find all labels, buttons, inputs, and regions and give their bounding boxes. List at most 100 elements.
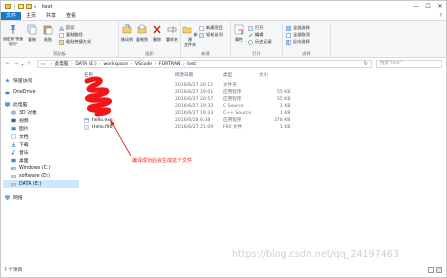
column-header-date[interactable]: 修改日期 [175,72,193,79]
column-header-name[interactable]: 名称 [84,72,93,79]
back-arrow-icon[interactable]: ← [4,60,12,68]
file-row[interactable]: Hello.f90 2016/6/27 21:09 F90 文件 1 KB [84,124,294,131]
pc-icon: ▭ [41,61,46,67]
copy-path-button[interactable]: 复制路径 [59,32,83,38]
new-item-label: 新建项目 [206,25,223,30]
sidebar-item-documents[interactable]: 文档 [11,132,29,140]
close-button[interactable]: ✕ [434,1,446,12]
large-icons-view-icon[interactable] [436,267,442,273]
chevron-down-icon[interactable]: ▾ [34,4,36,9]
sidebar-item-desktop[interactable]: 桌面 [11,156,29,164]
paste-shortcut-button[interactable]: 粘贴快捷方式 [59,39,91,45]
sidebar-item-label: 下载 [19,142,29,148]
breadcrumb-this-pc[interactable]: 此电脑 [55,61,69,67]
sidebar-item-pictures[interactable]: 图片 [11,124,29,132]
edit-button[interactable]: 编辑 [248,32,263,38]
file-row[interactable]: 2016/6/27 20:11 文件夹 [84,82,294,89]
breadcrumb-fortran[interactable]: FORTRAN [159,62,181,67]
new-folder-quick-icon[interactable] [26,4,32,9]
folder-icon [5,4,11,9]
easy-access-button[interactable]: 轻松访问 [199,32,223,38]
sidebar-item-this-pc[interactable]: 此电脑 [5,100,27,108]
history-label: 历史记录 [255,39,272,44]
file-type: F90 文件 [223,125,243,130]
copy-label: 复制 [28,37,36,42]
forward-arrow-icon[interactable]: → [12,60,20,68]
sidebar-item-d-drive[interactable]: software (D:) [11,172,50,180]
breadcrumb-vscode[interactable]: VScode [135,62,152,67]
help-icon[interactable]: ? [439,12,442,20]
sidebar-item-label: Windows (C:) [19,165,51,171]
sidebar-item-network[interactable]: 网络 [5,193,23,201]
picture-icon [11,126,16,130]
drive-icon [11,174,16,178]
sidebar-item-music[interactable]: 音乐 [11,148,29,156]
tab-home[interactable]: 主页 [21,12,41,20]
file-date: 2016/6/27 19:01 [175,90,214,95]
properties-quick-icon[interactable] [18,4,24,9]
scissors-icon [59,25,64,31]
computer-icon [5,101,10,107]
breadcrumb-chevron-icon: › [182,61,185,67]
sidebar-item-label: software (D:) [19,173,51,179]
paste-label: 粘贴 [44,37,52,42]
select-all-icon [286,25,291,31]
history-button[interactable]: 历史记录 [248,39,272,45]
rename-button[interactable]: 重命名 [165,24,179,42]
tab-view[interactable]: 查看 [61,12,81,20]
delete-icon [153,25,161,34]
file-date: 2016/6/27 19:33 [175,111,214,116]
up-arrow-icon[interactable]: ↑ [25,60,33,68]
breadcrumb-data-drive[interactable]: DATA (E:) [75,62,96,67]
move-to-button[interactable]: 移动到 [120,24,134,42]
tab-share[interactable]: 共享 [41,12,61,20]
file-row[interactable]: 2016/6/27 19:01 应用程序 55 KB [84,89,294,96]
paste-button[interactable]: 粘贴 [41,24,55,42]
select-all-button[interactable]: 全部选择 [286,25,310,31]
invert-selection-button[interactable]: 反向选择 [286,39,310,45]
copy-to-button[interactable]: 复制到 [135,24,149,42]
column-header-type[interactable]: 类型 [223,72,232,79]
sidebar-item-videos[interactable]: 视频 [11,116,29,124]
sidebar-item-label: OneDrive [13,89,36,95]
edit-icon [248,33,253,37]
file-row[interactable]: 2016/6/27 19:33 C Source 1 KB [84,103,294,110]
copy-button[interactable]: 复制 [25,24,39,42]
sidebar-item-3d-objects[interactable]: 3D 对象 [11,108,37,116]
tab-file[interactable]: 文件 [1,12,22,20]
file-row[interactable]: 2016/6/27 19:33 C++ Source 1 KB [84,110,294,117]
file-row[interactable]: hello.exe 2016/6/28 6:38 应用程序 378 KB [84,117,294,124]
breadcrumb-workspace[interactable]: workspace [104,62,129,67]
navigation-pane: 快速访问 OneDrive 此电脑 3D 对象 视频 图片 文档 下载 音乐 桌… [1,71,79,266]
rename-icon [167,26,177,33]
minimize-button[interactable]: — [410,1,422,12]
cut-button[interactable]: 剪切 [59,25,74,31]
file-size: 55 KB [277,97,291,102]
text-file-icon [84,125,89,130]
copy-to-icon [137,24,147,34]
new-item-button[interactable]: 新建项目 [199,25,223,31]
file-row[interactable]: 2016/6/27 20:57 应用程序 55 KB [84,96,294,103]
quick-access-separator [14,3,15,10]
select-none-button[interactable]: 全部取消 [286,32,310,38]
column-header-size[interactable]: 大小 [259,72,268,79]
explorer-window: ▾ test — ☐ ✕ 文件 主页 共享 查看 ? 固定到"快速访问" 复制 [0,0,447,278]
cut-label: 剪切 [66,25,75,30]
delete-button[interactable]: 删除 [150,24,164,42]
sidebar-item-onedrive[interactable]: OneDrive [5,88,36,96]
details-view-icon[interactable] [428,267,434,273]
easy-access-icon [199,32,204,38]
pin-quick-access-button[interactable]: 固定到"快速访问" [3,24,23,47]
exe-file-icon [84,118,89,123]
file-date: 2016/6/27 19:33 [175,104,214,109]
properties-button[interactable]: 属性 [232,24,246,42]
sidebar-item-downloads[interactable]: 下载 [11,140,29,148]
sidebar-item-c-drive[interactable]: Windows (C:) [11,164,51,172]
watermark-text: https://blog.csdn.net/qq_24197463 [232,249,399,260]
sidebar-item-quick-access[interactable]: 快速访问 [5,76,32,84]
breadcrumb-test[interactable]: test [187,62,196,67]
open-button[interactable]: 打开 [248,25,263,31]
maximize-button[interactable]: ☐ [422,1,434,12]
sidebar-item-e-drive[interactable]: DATA (E:) [3,180,79,188]
new-folder-button[interactable]: 新建 文件夹 [182,24,198,47]
